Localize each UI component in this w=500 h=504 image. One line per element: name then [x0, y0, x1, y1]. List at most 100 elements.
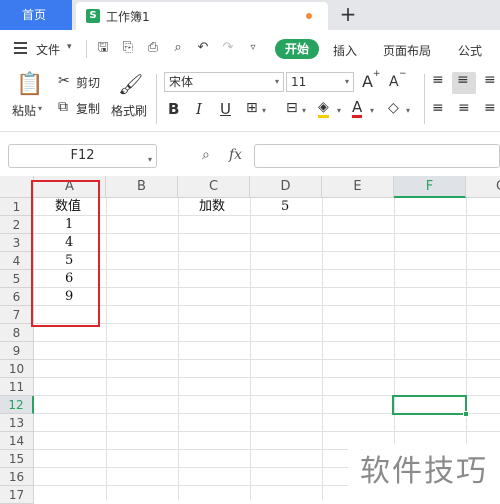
new-tab-button[interactable]: +	[336, 3, 360, 27]
chevron-down-icon: ▾	[147, 155, 152, 164]
formula-input[interactable]	[254, 144, 500, 168]
font-size-value: 11	[291, 75, 307, 89]
gridline	[34, 215, 500, 216]
gridline	[34, 269, 500, 270]
select-all-corner[interactable]	[0, 176, 34, 198]
row-header-2[interactable]: 2	[0, 216, 34, 234]
format-painter-icon[interactable]: 🖌	[118, 72, 143, 96]
row-header-12[interactable]: 12	[0, 396, 34, 414]
font-size-select[interactable]: 11 ▾	[286, 72, 354, 92]
column-header-g[interactable]: G	[466, 176, 500, 198]
tab-home[interactable]: 首页	[0, 0, 72, 30]
hamburger-icon[interactable]	[14, 42, 27, 57]
row-header-10[interactable]: 10	[0, 360, 34, 378]
font-name-value: 宋体	[169, 75, 194, 89]
column-header-e[interactable]: E	[322, 176, 394, 198]
print-preview-icon[interactable]: ⌕	[170, 40, 186, 56]
gridline	[34, 359, 500, 360]
align-left-icon[interactable]: ≡	[432, 100, 444, 116]
tab-start[interactable]: 开始	[275, 39, 319, 59]
tab-insert[interactable]: 插入	[333, 42, 357, 59]
copy-button[interactable]: 复制	[76, 100, 100, 117]
gridline	[34, 323, 500, 324]
shrink-font-button[interactable]: A	[389, 74, 399, 90]
format-painter-button[interactable]: 格式刷	[111, 102, 147, 119]
fill-color-icon[interactable]: ◈	[318, 100, 329, 118]
watermark: 软件技巧	[348, 444, 500, 500]
row-header-17[interactable]: 17	[0, 486, 34, 504]
row-header-3[interactable]: 3	[0, 234, 34, 252]
row-header-15[interactable]: 15	[0, 450, 34, 468]
align-bottom-icon[interactable]: ≡	[484, 72, 496, 88]
export-icon[interactable]: ⎘	[120, 40, 136, 56]
row-header-11[interactable]: 11	[0, 378, 34, 396]
chevron-down-icon[interactable]: ▾	[370, 106, 374, 115]
file-menu[interactable]: 文件	[36, 41, 60, 58]
fx-icon[interactable]: fx	[229, 147, 242, 163]
row-header-6[interactable]: 6	[0, 288, 34, 306]
chevron-down-icon: ▾	[274, 77, 279, 86]
column-header-c[interactable]: C	[178, 176, 250, 198]
menu-bar: 文件 ▾ 🖫 ⎘ ⎙ ⌕ ↶ ↷ ▿ 开始 插入 页面布局 公式	[0, 30, 500, 66]
row-header-14[interactable]: 14	[0, 432, 34, 450]
tab-page-layout[interactable]: 页面布局	[383, 42, 431, 59]
gridline	[34, 377, 500, 378]
align-top-icon[interactable]: ≡	[432, 72, 444, 88]
highlight-box	[31, 180, 100, 327]
cell-d1[interactable]: 5	[281, 198, 289, 216]
scissors-icon[interactable]: ✂	[58, 73, 70, 89]
grow-font-button[interactable]: A	[362, 72, 373, 91]
row-header-5[interactable]: 5	[0, 270, 34, 288]
row-header-16[interactable]: 16	[0, 468, 34, 486]
gridline	[106, 198, 107, 500]
gridline	[250, 198, 251, 500]
name-box-value: F12	[70, 148, 95, 163]
row-header-8[interactable]: 8	[0, 324, 34, 342]
title-bar: 首页 S 工作簿1 +	[0, 0, 500, 30]
tab-formulas[interactable]: 公式	[458, 42, 482, 59]
border-icon[interactable]: ⊞	[246, 100, 258, 116]
column-header-d[interactable]: D	[250, 176, 322, 198]
column-header-b[interactable]: B	[106, 176, 178, 198]
divider	[424, 74, 425, 124]
cut-button[interactable]: 剪切	[76, 74, 100, 91]
name-box[interactable]: F12 ▾	[8, 144, 157, 168]
zoom-icon[interactable]: ⌕	[202, 147, 210, 163]
gridline	[34, 305, 500, 306]
paste-icon[interactable]: 📋	[16, 72, 43, 97]
italic-button[interactable]: I	[196, 100, 202, 118]
chevron-down-icon[interactable]: ▾	[337, 106, 341, 115]
underline-button[interactable]: U	[220, 100, 231, 118]
tab-workbook[interactable]: S 工作簿1	[76, 2, 328, 30]
clear-format-icon[interactable]: ◇	[388, 100, 399, 116]
print-icon[interactable]: ⎙	[145, 40, 161, 56]
align-right-icon[interactable]: ≡	[484, 100, 496, 116]
row-header-9[interactable]: 9	[0, 342, 34, 360]
font-color-button[interactable]: A	[352, 100, 363, 118]
unsaved-dot-icon	[306, 13, 312, 19]
paste-button[interactable]: 粘贴	[12, 102, 36, 119]
row-header-7[interactable]: 7	[0, 306, 34, 324]
row-header-4[interactable]: 4	[0, 252, 34, 270]
bold-button[interactable]: B	[168, 100, 179, 118]
chevron-down-icon[interactable]: ▾	[302, 106, 306, 115]
font-name-select[interactable]: 宋体 ▾	[164, 72, 284, 92]
customize-icon[interactable]: ▿	[245, 40, 261, 56]
save-icon[interactable]: 🖫	[95, 40, 111, 56]
fill-handle[interactable]	[463, 411, 469, 417]
chevron-down-icon[interactable]: ▾	[38, 104, 42, 113]
row-header-1[interactable]: 1	[0, 198, 34, 216]
merge-cells-icon[interactable]: ⊟	[286, 100, 298, 116]
redo-icon[interactable]: ↷	[220, 40, 236, 56]
column-header-f[interactable]: F	[394, 176, 466, 198]
row-header-13[interactable]: 13	[0, 414, 34, 432]
active-cell-f12[interactable]	[392, 395, 467, 415]
align-center-icon[interactable]: ≡	[458, 100, 470, 116]
chevron-down-icon[interactable]: ▾	[67, 42, 72, 52]
undo-icon[interactable]: ↶	[195, 40, 211, 56]
gridline	[34, 431, 500, 432]
cell-c1[interactable]: 加数	[199, 198, 225, 216]
chevron-down-icon[interactable]: ▾	[262, 106, 266, 115]
chevron-down-icon[interactable]: ▾	[406, 106, 410, 115]
copy-icon[interactable]: ⧉	[58, 99, 68, 115]
